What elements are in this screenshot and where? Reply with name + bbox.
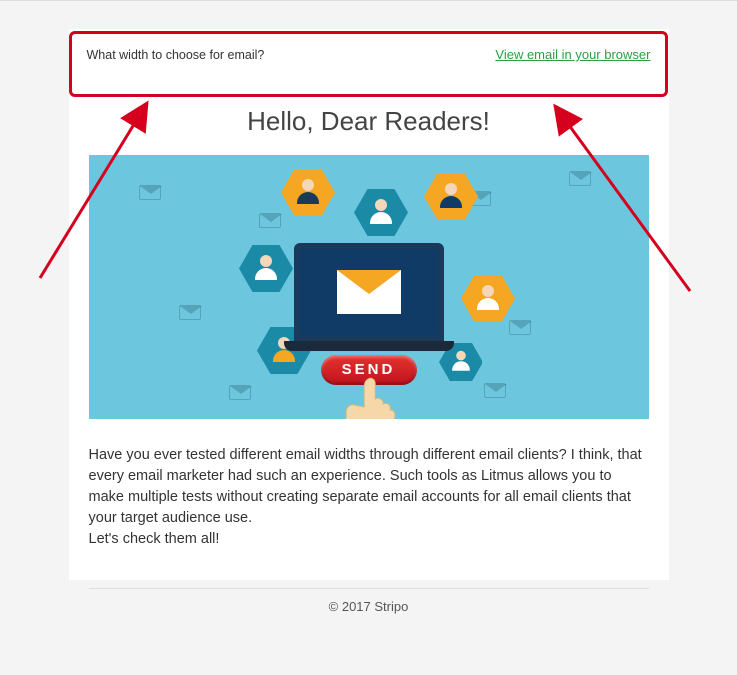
envelope-icon: [179, 305, 201, 320]
envelope-icon: [569, 171, 591, 186]
email-container: What width to choose for email? View ema…: [69, 29, 669, 580]
envelope-icon: [229, 385, 251, 400]
person-hexagon-icon: [354, 189, 408, 236]
preheader-subject: What width to choose for email?: [87, 48, 265, 62]
person-hexagon-icon: [281, 169, 335, 216]
body-text: Have you ever tested different email wid…: [69, 433, 669, 580]
envelope-icon: [139, 185, 161, 200]
laptop-icon: [294, 243, 444, 351]
preheader-row: What width to choose for email? View ema…: [69, 29, 669, 80]
body-cta: Let's check them all!: [89, 531, 220, 547]
hero-illustration: SEND: [89, 155, 649, 419]
body-paragraph: Have you ever tested different email wid…: [89, 447, 642, 526]
envelope-icon: [509, 320, 531, 335]
envelope-icon: [337, 270, 401, 314]
person-hexagon-icon: [239, 245, 293, 292]
person-hexagon-icon: [461, 275, 515, 322]
email-title: Hello, Dear Readers!: [69, 80, 669, 155]
envelope-icon: [259, 213, 281, 228]
pointing-hand-icon: [338, 377, 408, 419]
footer-text: © 2017 Stripo: [0, 589, 737, 624]
view-in-browser-link[interactable]: View email in your browser: [495, 47, 650, 62]
envelope-icon: [484, 383, 506, 398]
person-hexagon-icon: [424, 173, 478, 220]
